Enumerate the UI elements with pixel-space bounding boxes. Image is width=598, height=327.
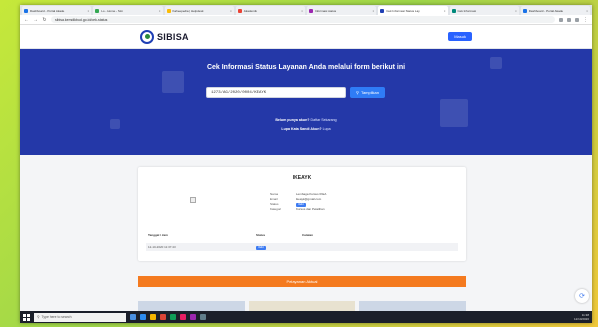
tab-bar: Dashboard - Portal Akade × Lo - Home - Sim… [20,5,592,15]
favicon-icon [24,8,28,13]
close-icon[interactable]: × [301,9,303,13]
system-clock[interactable]: 11:38 12/10/2020 [574,313,589,321]
logo-text: SIBISA [157,31,189,42]
result-title: IKEAYK [292,175,312,181]
gallery-image[interactable] [138,301,245,311]
hero-section: Cek Informasi Status Layanan Anda melalu… [20,49,592,155]
table-row: 12-10-2020 11:37:43 Valid [146,243,458,251]
browser-tab-label: Cek Informasi Status Lay [386,8,420,13]
extension-icon[interactable] [567,17,571,22]
browser-tab[interactable]: Cek Informasi Status Lay × [378,6,448,15]
close-icon[interactable]: × [372,9,374,13]
app-icon[interactable] [180,314,186,320]
browser-tab-label: Lo - Home - Sim [101,8,124,13]
search-icon: ⚲ [356,90,359,95]
star-icon[interactable] [559,17,563,22]
status-badge: Valid [256,245,266,250]
browser-tab[interactable]: Dashboard - Portal Akade × [22,6,92,15]
close-icon[interactable]: × [230,9,232,13]
chrome-icon[interactable] [160,314,166,320]
address-bar: ← → ↻ sibisa.kemdikbud.go.id/cek-status … [20,15,592,25]
search-input[interactable]: 1273/AG/2020/0004/KEAYK [206,87,346,98]
site-header: SIBISA Masuk [20,25,592,49]
back-icon[interactable]: ← [24,17,29,23]
decor-square [162,71,184,93]
close-icon[interactable]: × [87,9,89,13]
recaptcha-icon[interactable]: ⟳ [575,289,589,303]
close-icon[interactable]: × [159,9,161,13]
browser-tab[interactable]: Kaheepedia | Helpdesk × [164,6,234,15]
history-table-header: Tanggal / Jam Status Catatan [148,233,314,237]
browser-tab-label: Dashboard - Portal Akade [528,8,564,13]
close-icon[interactable]: × [444,9,446,13]
decor-square [440,99,468,127]
profile-icon[interactable] [575,17,579,22]
register-link[interactable]: Daftar Sekarang [310,118,336,122]
browser-tab[interactable]: Informasi status × [307,6,377,15]
browser-tab-label: Dashboard - Portal Akade [30,8,65,13]
browser-window: Dashboard - Portal Akade × Lo - Home - Sim… [20,5,592,323]
browser-tab-label: Akademik [243,8,257,13]
url-field[interactable]: sibisa.kemdikbud.go.id/cek-status [51,16,555,23]
login-button[interactable]: Masuk [448,32,472,41]
favicon-icon [522,8,527,13]
reload-icon[interactable]: ↻ [42,17,47,23]
app-icon[interactable] [190,314,196,320]
browser-tab-label: Cek Informasi [457,8,477,13]
app-icon[interactable] [170,314,176,320]
favicon-icon [95,8,100,13]
search-button[interactable]: ⚲ Tampilkan [350,87,385,98]
favicon-icon [237,8,242,13]
forgot-prompt: Lupa Kata Sandi Akun? [281,127,322,131]
gallery-strip [138,301,467,311]
forward-icon[interactable]: → [33,17,38,23]
gallery-image[interactable] [248,301,356,311]
taskbar-search[interactable]: ⚲ Type here to search [34,312,126,322]
favicon-icon [380,8,385,13]
search-form: 1273/AG/2020/0004/KEAYK ⚲ Tampilkan [206,87,385,98]
close-icon[interactable]: × [586,9,588,13]
app-icon[interactable] [200,314,206,320]
taskview-icon[interactable] [130,314,136,320]
result-info: Nama Lembaga Kursus IKEA Email ikeayk@gm… [270,192,326,212]
windows-start-icon[interactable] [23,313,30,321]
forgot-line: Lupa Kata Sandi Akun? Lupa [20,127,592,131]
favicon-icon [309,8,313,13]
forgot-link[interactable]: Lupa [323,127,331,131]
browser-tab[interactable]: Lo - Home - Sim × [93,6,163,15]
favicon-icon [451,8,456,13]
logo-icon [140,29,154,44]
gallery-image[interactable] [359,301,467,311]
result-card: IKEAYK Nama Lembaga Kursus IKEA Email ik… [138,167,466,261]
favicon-icon [166,8,171,13]
register-line: Belum punya akun? Daftar Sekarang [20,118,592,122]
menu-icon[interactable]: ⋮ [583,17,588,23]
close-icon[interactable]: × [515,9,517,13]
register-prompt: Belum punya akun? [275,118,310,122]
info-row: Kategori Kursus dan Pelatihan [270,207,325,211]
explorer-icon[interactable] [150,314,156,320]
logo[interactable]: SIBISA [140,29,189,44]
cta-banner[interactable]: Pelayanan Aktual [138,276,466,287]
edge-icon[interactable] [140,314,146,320]
search-button-label: Tampilkan [360,90,379,95]
taskbar: ⚲ Type here to search 11:38 12/10/2020 [20,311,592,323]
search-icon: ⚲ [37,315,40,319]
hero-title: Cek Informasi Status Layanan Anda melalu… [206,64,406,71]
browser-tab[interactable]: Akademik × [235,6,305,15]
browser-tab[interactable]: Dashboard - Portal Akade × [520,6,590,15]
browser-tab-label: Informasi status [315,8,337,13]
browser-tab[interactable]: Cek Informasi × [449,6,519,15]
browser-tab-label: Kaheepedia | Helpdesk [172,8,204,13]
institution-image [190,197,196,203]
